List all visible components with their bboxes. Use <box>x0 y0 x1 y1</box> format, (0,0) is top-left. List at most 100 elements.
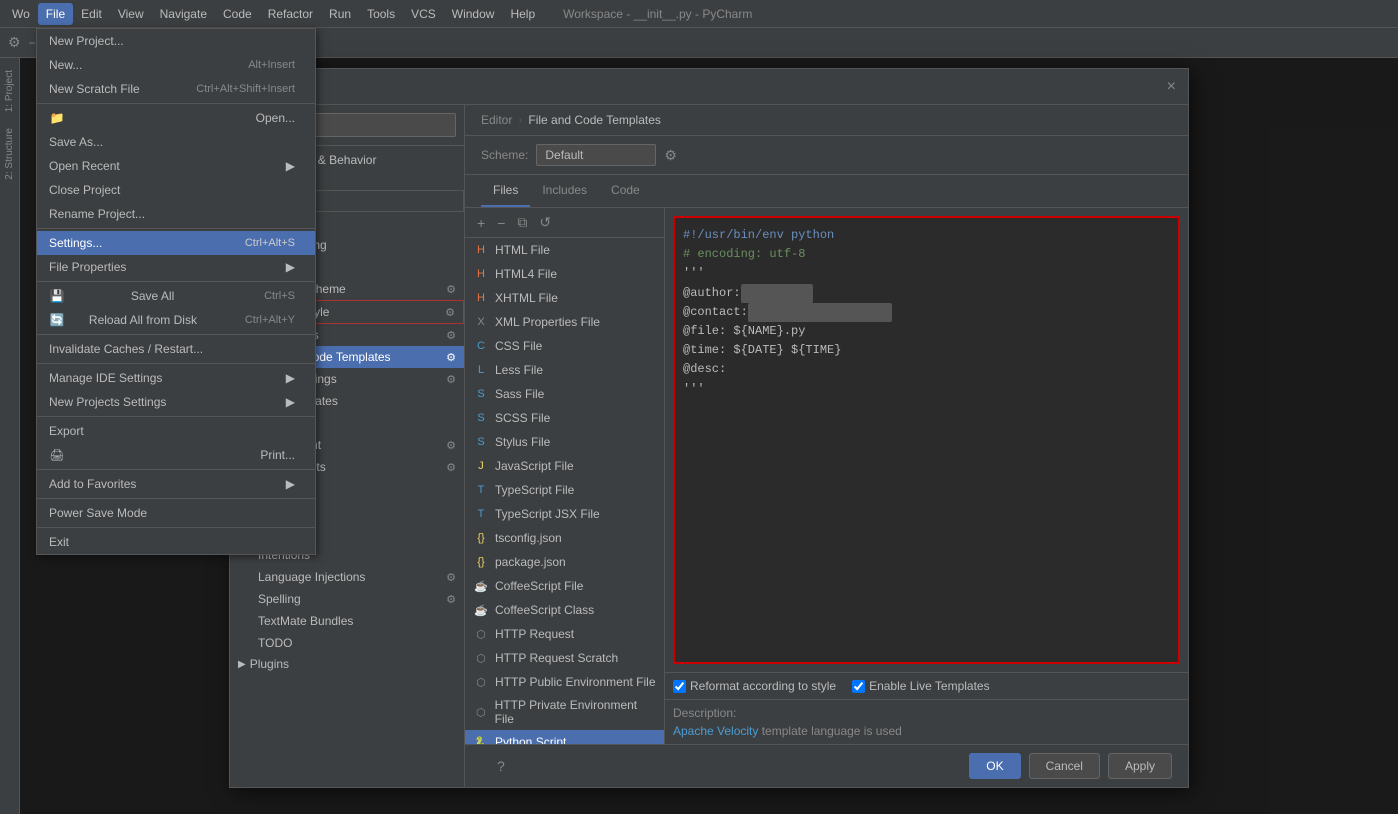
tab-files[interactable]: Files <box>481 175 530 207</box>
code-line-7: @time: ${DATE} ${TIME} <box>683 341 1170 360</box>
reformat-checkbox-label[interactable]: Reformat according to style <box>673 679 836 693</box>
templates-body: + − ⧉ ↺ H HTML File <box>465 208 1188 744</box>
tree-item-todo[interactable]: TODO <box>230 632 464 654</box>
file-item-package-json[interactable]: {} package.json <box>465 550 664 574</box>
scheme-gear-icon[interactable]: ⚙ <box>664 147 677 164</box>
folder-icon: 📁 <box>49 111 65 125</box>
menu-item-label: File Properties <box>49 260 126 274</box>
scheme-select[interactable]: Default Project <box>536 144 656 166</box>
file-item-typescript-jsx[interactable]: T TypeScript JSX File <box>465 502 664 526</box>
menubar-item-run[interactable]: Run <box>321 3 359 25</box>
sub-tabs: Files Includes Code <box>465 175 1188 208</box>
menu-item-save-all[interactable]: 💾 Save All Ctrl+S <box>37 284 315 308</box>
menu-item-invalidate-caches[interactable]: Invalidate Caches / Restart... <box>37 337 315 361</box>
file-item-coffeescript[interactable]: ☕ CoffeeScript File <box>465 574 664 598</box>
menubar-item-vcs[interactable]: VCS <box>403 3 444 25</box>
file-item-xml-properties[interactable]: X XML Properties File <box>465 310 664 334</box>
menu-item-export[interactable]: Export <box>37 419 315 443</box>
file-item-http-scratch[interactable]: ⬡ HTTP Request Scratch <box>465 646 664 670</box>
code-editor[interactable]: #!/usr/bin/env python # encoding: utf-8 … <box>673 216 1180 664</box>
file-item-typescript[interactable]: T TypeScript File <box>465 478 664 502</box>
tab-bar-minus[interactable]: − <box>29 36 36 50</box>
ts-file-icon: T <box>473 482 489 498</box>
apply-button[interactable]: Apply <box>1108 753 1172 779</box>
menu-item-power-save[interactable]: Power Save Mode <box>37 501 315 525</box>
menubar-item-file[interactable]: File <box>38 3 73 25</box>
tab-code[interactable]: Code <box>599 175 652 207</box>
menubar-item-view[interactable]: View <box>110 3 152 25</box>
menubar-item-tools[interactable]: Tools <box>359 3 403 25</box>
live-templates-checkbox[interactable] <box>852 680 865 693</box>
breadcrumb-parent: Editor <box>481 113 512 127</box>
menu-item-file-properties[interactable]: File Properties ▶ <box>37 255 315 279</box>
file-item-xhtml[interactable]: H XHTML File <box>465 286 664 310</box>
menu-separator <box>37 334 315 335</box>
dialog-close-button[interactable]: × <box>1167 78 1176 96</box>
file-item-javascript[interactable]: J JavaScript File <box>465 454 664 478</box>
tsconfig-icon: {} <box>473 530 489 546</box>
remove-file-button[interactable]: − <box>493 213 509 233</box>
tree-item-plugins[interactable]: ▶ Plugins <box>230 654 464 674</box>
apache-velocity-link[interactable]: Apache Velocity <box>673 724 758 738</box>
menu-item-manage-ide[interactable]: Manage IDE Settings ▶ <box>37 366 315 390</box>
menu-item-new[interactable]: New... Alt+Insert <box>37 53 315 77</box>
file-item-name: tsconfig.json <box>495 531 562 545</box>
file-item-http-request[interactable]: ⬡ HTTP Request <box>465 622 664 646</box>
help-button[interactable]: ? <box>481 753 521 779</box>
settings-gear-icon[interactable]: ⚙ <box>8 34 21 51</box>
menu-item-new-scratch[interactable]: New Scratch File Ctrl+Alt+Shift+Insert <box>37 77 315 101</box>
file-item-stylus[interactable]: S Stylus File <box>465 430 664 454</box>
badge-icon: ⚙ <box>446 283 456 296</box>
menu-item-print[interactable]: 🖨 Print... <box>37 443 315 467</box>
menu-item-settings[interactable]: Settings... Ctrl+Alt+S <box>37 231 315 255</box>
menu-item-exit[interactable]: Exit <box>37 530 315 554</box>
file-item-html[interactable]: H HTML File <box>465 238 664 262</box>
menu-item-new-projects-settings[interactable]: New Projects Settings ▶ <box>37 390 315 414</box>
less-file-icon: L <box>473 362 489 378</box>
ok-button[interactable]: OK <box>969 753 1020 779</box>
tab-includes[interactable]: Includes <box>530 175 599 207</box>
menubar-item-window[interactable]: Window <box>444 3 503 25</box>
menu-item-save-as[interactable]: Save As... <box>37 130 315 154</box>
menu-item-label: New Projects Settings <box>49 395 166 409</box>
file-item-html4[interactable]: H HTML4 File <box>465 262 664 286</box>
reformat-checkbox[interactable] <box>673 680 686 693</box>
menubar-item-help[interactable]: Help <box>502 3 543 25</box>
menubar-item-workspace[interactable]: Wo <box>4 3 38 25</box>
file-dropdown-menu: New Project... New... Alt+Insert New Scr… <box>36 28 316 555</box>
menubar-item-refactor[interactable]: Refactor <box>260 3 321 25</box>
cancel-button[interactable]: Cancel <box>1029 753 1100 779</box>
menubar-item-code[interactable]: Code <box>215 3 260 25</box>
add-file-button[interactable]: + <box>473 213 489 233</box>
file-item-http-public-env[interactable]: ⬡ HTTP Public Environment File <box>465 670 664 694</box>
menu-item-reload[interactable]: 🔄 Reload All from Disk Ctrl+Alt+Y <box>37 308 315 332</box>
file-item-css[interactable]: C CSS File <box>465 334 664 358</box>
file-list-panel: + − ⧉ ↺ H HTML File <box>465 208 665 744</box>
menu-item-new-project[interactable]: New Project... <box>37 29 315 53</box>
menu-item-open[interactable]: 📁 Open... <box>37 106 315 130</box>
menu-item-label: Open... <box>256 111 295 125</box>
file-item-coffeescript-class[interactable]: ☕ CoffeeScript Class <box>465 598 664 622</box>
copy-file-button[interactable]: ⧉ <box>513 212 531 233</box>
file-item-scss[interactable]: S SCSS File <box>465 406 664 430</box>
menu-item-add-favorites[interactable]: Add to Favorites ▶ <box>37 472 315 496</box>
tree-item-language-injections[interactable]: Language Injections ⚙ <box>230 566 464 588</box>
menu-item-rename-project[interactable]: Rename Project... <box>37 202 315 226</box>
menubar-item-navigate[interactable]: Navigate <box>152 3 215 25</box>
code-line-8: @desc: <box>683 360 1170 379</box>
file-item-tsconfig[interactable]: {} tsconfig.json <box>465 526 664 550</box>
menu-item-open-recent[interactable]: Open Recent ▶ <box>37 154 315 178</box>
file-list: H HTML File H HTML4 File H <box>465 238 664 744</box>
expand-arrow-icon: ▶ <box>238 659 246 670</box>
tree-item-label: TextMate Bundles <box>258 614 353 628</box>
menu-item-close-project[interactable]: Close Project <box>37 178 315 202</box>
file-item-less[interactable]: L Less File <box>465 358 664 382</box>
tree-item-textmate-bundles[interactable]: TextMate Bundles <box>230 610 464 632</box>
tree-item-spelling[interactable]: Spelling ⚙ <box>230 588 464 610</box>
file-item-python-script[interactable]: 🐍 Python Script <box>465 730 664 744</box>
live-templates-checkbox-label[interactable]: Enable Live Templates <box>852 679 990 693</box>
file-item-http-private-env[interactable]: ⬡ HTTP Private Environment File <box>465 694 664 730</box>
menubar-item-edit[interactable]: Edit <box>73 3 110 25</box>
reset-file-button[interactable]: ↺ <box>535 212 555 233</box>
file-item-sass[interactable]: S Sass File <box>465 382 664 406</box>
